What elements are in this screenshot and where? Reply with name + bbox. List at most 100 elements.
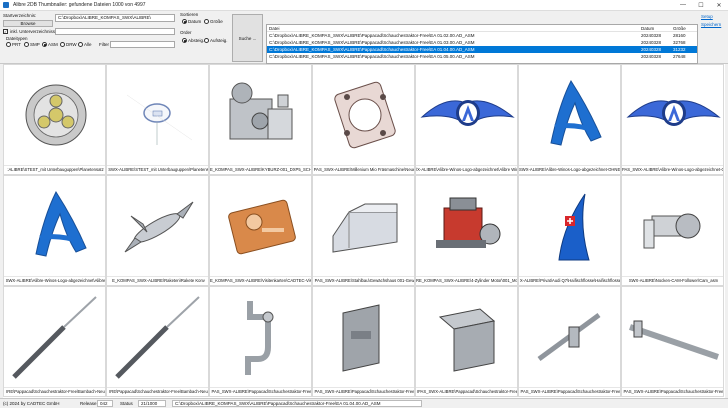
file-size: 28160 [673, 33, 686, 38]
file-date: 20240328 [641, 47, 662, 52]
file-path: C:\Dropbox\ALIBRE_KOMPAS_SWX\ALIBRE\Papp… [269, 47, 475, 52]
list-item[interactable]: C:\Dropbox\ALIBRE_KOMPAS_SWX\ALIBRE\Papp… [267, 32, 697, 39]
thumbnail-caption: PAS_SWX-ALIBRE\Millenium Mio Fräsmaschin… [313, 165, 415, 174]
thumbnail-tile[interactable]: SWX-ALIBRE\Alibre-Winos-Logo-abgezeichne… [518, 64, 621, 175]
filetype-smp-label: SMP [30, 42, 40, 47]
four-cyl-engine-icon [436, 197, 501, 248]
minimize-button[interactable]: — [674, 0, 692, 11]
alibre-a-logo-icon [35, 190, 87, 257]
search-button[interactable]: Suche ... [232, 14, 263, 62]
thumbnail-tile[interactable]: PAS_SWX-ALIBRE\Pappacad\Schauchestraktor… [209, 286, 312, 397]
thumbnail-tile[interactable]: PAS_SWX-ALIBRE\Pappacad\Schauchestraktor… [621, 286, 724, 397]
thumbnail-tile[interactable]: E_KOMPAS_SWX-ALIBRE\Visitenkarten\CADTEC… [209, 175, 312, 286]
thumbnail-caption: PAS_SWX-ALIBRE\Pappacad\Schauchestraktor… [313, 387, 415, 396]
cad-card-icon [228, 199, 296, 255]
thumbnail-tile[interactable]: E_KOMPAS_SWX-ALIBRE\Raketen\Rakete Konv [106, 175, 209, 286]
filetype-radio-asm[interactable] [42, 42, 47, 47]
maximize-button[interactable]: ☐ [692, 0, 710, 11]
file-path: C:\Dropbox\ALIBRE_KOMPAS_SWX\ALIBRE\Papp… [269, 40, 475, 45]
alibre-a-logo-icon [550, 79, 602, 146]
column-header-date[interactable]: Datum [641, 26, 673, 31]
title-bar: Alibre 2DB Thumbnailer: gefundene Dateie… [0, 0, 728, 11]
thumbnail-tile[interactable]: SWX-ALIBRE\STEST_mit Unterbauguppen\Plan… [106, 64, 209, 175]
speichern-link[interactable]: Speichern [701, 22, 721, 27]
window-title: Alibre 2DB Thumbnailer: gefundene Dateie… [13, 2, 146, 8]
thumbnail-caption: SWX-ALIBRE\Alibre-Winos-Logo-abgezeichne… [519, 165, 621, 174]
app-icon [3, 2, 9, 8]
thumbnail-tile[interactable]: /X-ALIBRE\Alibre-Winos-Logo-abgezeichnet… [415, 64, 518, 175]
start-dir-field[interactable]: C:\Dropbox\ALIBRE_KOMPAS_SWX\ALIBRE\ [55, 14, 175, 22]
thumbnail-tile[interactable]: PAS_SWX-ALIBRE\Pappacad\Schauchestraktor… [312, 286, 415, 397]
filetype-radio-alle[interactable] [78, 42, 83, 47]
order-absteig-label: Absteig. [188, 38, 205, 43]
thumbnail-tile[interactable]: X-ALIBRE\Privat\Audi Q7\Haifischflosse\H… [518, 175, 621, 286]
selected-path: C:\Dropbox\ALIBRE_KOMPAS_SWX\ALIBRE\Papp… [172, 400, 422, 407]
browse-button[interactable]: Browse [3, 20, 53, 27]
filetype-radio-prt[interactable] [6, 42, 11, 47]
list-item[interactable]: C:\Dropbox\ALIBRE_KOMPAS_SWX\ALIBRE\Papp… [267, 53, 697, 60]
thumbnail-caption: E_KOMPAS_SWX-ALIBRE\KYBURZ-001_DXP5_SCHU… [210, 165, 312, 174]
thumbnail-tile[interactable]: PAS_SWX-ALIBRE\Pappacad\Schauchestraktor… [518, 286, 621, 397]
recent-files-list[interactable]: Datei Datum Größe C:\Dropbox\ALIBRE_KOMP… [266, 24, 698, 64]
filetype-prt-label: PRT [12, 42, 21, 47]
thumbnail-caption: IRE\Pappacad\Schauchestraktor-Free\Bamba… [107, 387, 208, 396]
order-radio-aufsteig[interactable] [204, 38, 209, 43]
mount-plate-icon [438, 308, 496, 372]
thumbnail-tile[interactable]: PAS_SWX-ALIBRE\Alibre-Winos-Logo-abgezei… [621, 64, 724, 175]
thumbnail-caption: IRE\Pappacad\Schauchestraktor-Free\Bamba… [4, 387, 105, 396]
wing-logo-icon [420, 100, 515, 126]
bracket-plate-icon [342, 304, 380, 372]
thumbnail-tile[interactable]: E_KOMPAS_SWX-ALIBRE\KYBURZ-001_DXP5_SCHU… [209, 64, 312, 175]
wing-logo-icon [626, 100, 721, 126]
thumbnail-tile[interactable]: :ALIBRE\STEST_mit Unterbauguppen\Planete… [3, 64, 106, 175]
thumbnail-caption: IPAS_SWX-ALIBRE\Pappacad\Schauchestrakto… [416, 387, 518, 396]
file-date: 20240328 [641, 33, 662, 38]
pipe-assembly-icon [245, 301, 274, 375]
sort-groesse-label: Größe [210, 19, 223, 24]
thumbnail-tile[interactable]: PAS_SWX-ALIBRE\Stahlbau\Gewächshaus 001-… [312, 175, 415, 286]
status-label: Status [120, 401, 133, 406]
filetype-alle-label: Alle [84, 42, 92, 47]
filetype-drw-label: DRW [66, 42, 77, 47]
search-toolbar: Startverzeichnis: Browse C:\Dropbox\ALIB… [0, 11, 728, 73]
order-radio-absteig[interactable] [182, 38, 187, 43]
setup-link[interactable]: Setup [701, 14, 713, 19]
filetype-radio-smp[interactable] [24, 42, 29, 47]
copyright-text: (c) 2024 by CADTEC GmbH [3, 401, 60, 406]
order-label: Order [180, 30, 192, 35]
thumbnail-tile[interactable]: IPAS_SWX-ALIBRE\Pappacad\Schauchestrakto… [415, 286, 518, 397]
file-size: 32768 [673, 40, 686, 45]
thumbnail-tile[interactable]: RE_KOMPAS_SWX-ALIBRE\4-Zylinder Motor\00… [415, 175, 518, 286]
status-bar: (c) 2024 by CADTEC GmbH Release: 042 Sta… [0, 398, 728, 408]
rocket-icon [124, 201, 194, 253]
sort-datum-label: Datum [188, 19, 202, 24]
thumbnail-tile[interactable]: SWX-ALIBRE\Alibre-Winos-Logo-abgezeichne… [3, 175, 106, 286]
thumbnail-tile[interactable]: IRE\Pappacad\Schauchestraktor-Free\Bamba… [106, 286, 209, 397]
filetype-asm-label: ASM [48, 42, 58, 47]
thumbnail-tile[interactable]: SWX-ALIBRE\Nocken-CAM-Follower\Cam_asm [621, 175, 724, 286]
thumbnail-caption: SWX-ALIBRE\Alibre-Winos-Logo-abgezeichne… [4, 276, 106, 285]
thumbnail-caption: X-ALIBRE\Privat\Audi Q7\Haifischflosse\H… [519, 276, 621, 285]
subdirs-field[interactable] [55, 28, 175, 35]
column-header-file[interactable]: Datei [267, 26, 641, 31]
order-aufsteig-label: Aufsteig. [210, 38, 228, 43]
column-header-size[interactable]: Größe [673, 26, 697, 31]
filetype-radio-drw[interactable] [60, 42, 65, 47]
sort-radio-datum[interactable] [182, 19, 187, 24]
file-path: C:\Dropbox\ALIBRE_KOMPAS_SWX\ALIBRE\Papp… [269, 33, 475, 38]
thumbnail-caption: SWX-ALIBRE\Nocken-CAM-Follower\Cam_asm [622, 276, 723, 285]
thumbnail-tile[interactable]: PAS_SWX-ALIBRE\Millenium Mio Fräsmaschin… [312, 64, 415, 175]
shark-fin-icon [558, 193, 590, 261]
file-size: 31232 [673, 47, 686, 52]
engine-assembly-icon [229, 82, 293, 140]
thumbnail-caption: /X-ALIBRE\Alibre-Winos-Logo-abgezeichnet… [416, 165, 518, 174]
filter-input[interactable] [110, 41, 175, 48]
sort-radio-groesse[interactable] [204, 19, 209, 24]
close-button[interactable]: ✕ [710, 0, 728, 11]
list-item[interactable]: C:\Dropbox\ALIBRE_KOMPAS_SWX\ALIBRE\Papp… [267, 39, 697, 46]
thumbnail-caption: E_KOMPAS_SWX-ALIBRE\Raketen\Rakete Konv [107, 276, 208, 285]
thumbnail-tile[interactable]: IRE\Pappacad\Schauchestraktor-Free\Bamba… [3, 286, 106, 397]
recent-files-header: Datei Datum Größe [267, 25, 697, 32]
subdirs-checkbox[interactable]: ✓ [3, 29, 8, 34]
list-item-selected[interactable]: C:\Dropbox\ALIBRE_KOMPAS_SWX\ALIBRE\Papp… [267, 46, 697, 53]
